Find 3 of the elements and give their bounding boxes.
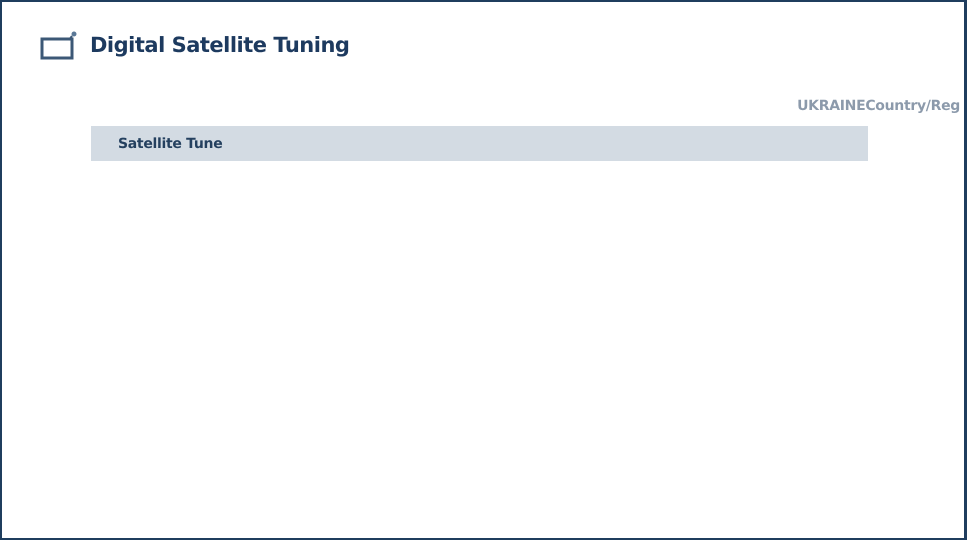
menu-item[interactable]: Satellite Tune	[91, 126, 868, 161]
country-region-label: UKRAINECountry/Reg	[797, 98, 960, 114]
screen-title: Digital Satellite Tuning	[90, 33, 350, 57]
